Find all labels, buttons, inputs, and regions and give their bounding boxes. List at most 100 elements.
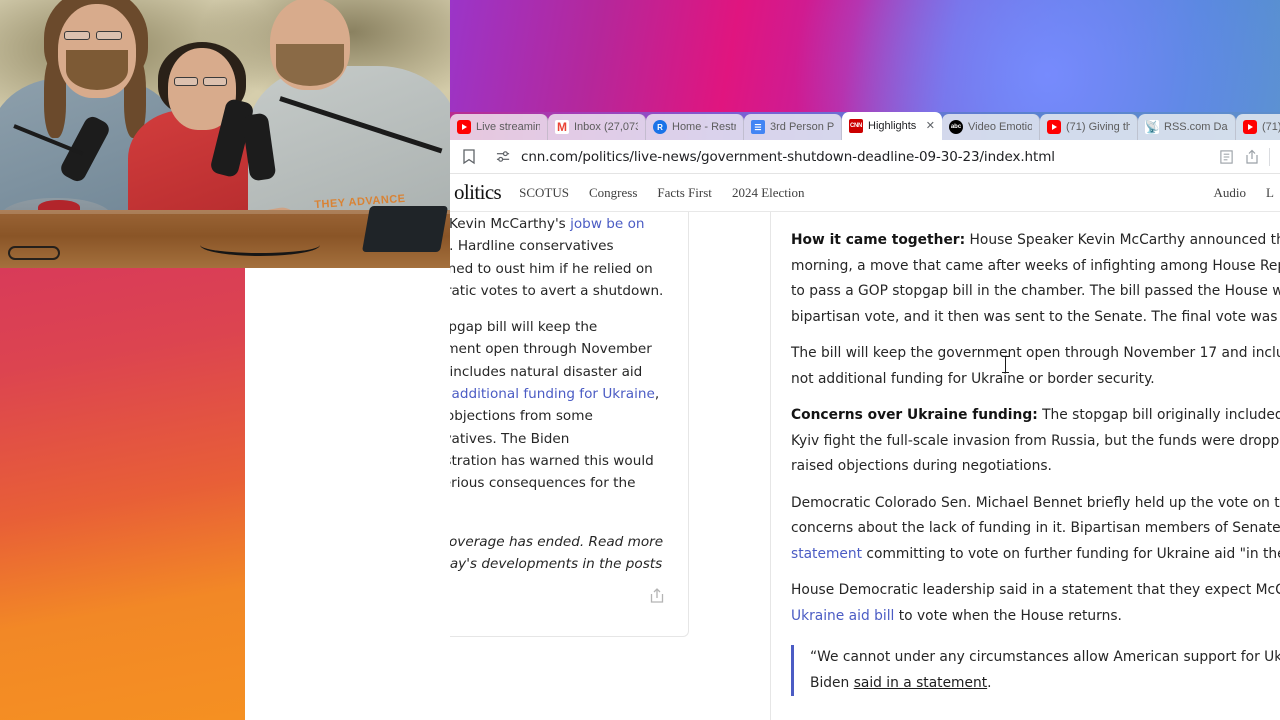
tab-label: Highlights xyxy=(868,120,917,132)
browser-tab-live-streaming[interactable]: Live streaming xyxy=(450,114,548,140)
left-column: beaker Kevin McCarthy's jobw be on the l… xyxy=(450,212,757,720)
paragraph-line: concerns about the lack of funding in it… xyxy=(791,520,1280,536)
gmail-icon: M xyxy=(555,120,569,134)
tab-label: Video Emotion xyxy=(968,121,1032,133)
list-item: The stopgap bill will keep the governmen… xyxy=(450,316,666,517)
summary-card: beaker Kevin McCarthy's jobw be on the l… xyxy=(450,212,689,637)
paragraph-house-democratic: House Democratic leadership said in a st… xyxy=(791,578,1280,629)
share-icon[interactable] xyxy=(1243,148,1261,166)
inline-link-said-in-a-statement[interactable]: said in a statement xyxy=(854,675,987,691)
toolbar-divider xyxy=(1269,147,1270,166)
paragraph-line: House Democratic leadership said in a st… xyxy=(791,582,1280,598)
rss-icon: 📡 xyxy=(1144,120,1160,134)
desktop-wallpaper-left xyxy=(0,260,245,720)
site-navigation: olitics SCOTUS Congress Facts First 2024… xyxy=(450,174,1280,212)
tab-label: (71) xyxy=(1262,121,1280,133)
paragraph-ukraine-concerns: Concerns over Ukraine funding: The stopg… xyxy=(791,403,1280,480)
tune-icon[interactable] xyxy=(494,148,512,166)
paragraph-line: Democratic Colorado Sen. Michael Bennet … xyxy=(791,494,1280,511)
desk-cable xyxy=(200,234,320,256)
paragraph-line: raised objections during negotiations. xyxy=(791,458,1052,474)
article-page-body: beaker Kevin McCarthy's jobw be on the l… xyxy=(450,212,1280,720)
tab-label: (71) Giving the xyxy=(1066,121,1130,133)
bookmark-icon[interactable] xyxy=(460,148,478,166)
tab-label: Live streaming xyxy=(476,121,540,133)
webcam-overlay: THEY ADVANCE xyxy=(0,0,450,268)
inline-link[interactable]: not additional funding for Ukraine xyxy=(450,386,655,402)
blockquote-text: “We cannot under any circumstances allow… xyxy=(810,645,1280,696)
nav-item-live-tv[interactable]: L xyxy=(1266,185,1274,201)
paragraph-mccarthy-fate: McCarthy's fate unknown: The decision by… xyxy=(791,716,1280,720)
paragraph-bennet: Democratic Colorado Sen. Michael Bennet … xyxy=(791,491,1280,568)
paragraph-line: The bill will keep the government open t… xyxy=(791,345,1280,361)
browser-tab-restream-home[interactable]: R Home - Restre xyxy=(646,114,744,140)
cnn-icon: CNN xyxy=(849,119,863,133)
paragraph-bill-details: The bill will keep the government open t… xyxy=(791,341,1280,392)
tab-list: Live streaming M Inbox (27,073) R Home -… xyxy=(450,112,1280,140)
eyeglasses-on-desk xyxy=(8,246,60,260)
bullet-text: . Hardline conservatives threatened to o… xyxy=(450,238,664,299)
quote-line: Biden xyxy=(810,674,854,691)
browser-window: Live streaming M Inbox (27,073) R Home -… xyxy=(450,112,1280,720)
reader-mode-icon[interactable] xyxy=(1217,148,1235,166)
right-column-post: How it came together: House Speaker Kevi… xyxy=(771,212,1280,720)
closing-note: Our live coverage has ended. Read more a… xyxy=(450,533,664,573)
nav-item-audio[interactable]: Audio xyxy=(1214,185,1247,201)
quote-line: “We cannot under any circumstances allow… xyxy=(810,649,1280,665)
text-cursor xyxy=(1002,356,1009,374)
nav-item-scotus[interactable]: SCOTUS xyxy=(519,185,569,201)
browser-tab-highlights-active[interactable]: CNN Highlights ✕ xyxy=(842,112,942,140)
paragraph-lead: How it came together: xyxy=(791,232,966,248)
share-upload-icon[interactable] xyxy=(648,586,666,610)
youtube-icon xyxy=(1047,120,1061,134)
bullet-text: beaker Kevin McCarthy's xyxy=(450,216,566,232)
screen-root: THEY ADVANCE Live streaming M Inbox (27, xyxy=(0,0,1280,720)
paragraph-line: The stopgap bill originally included fun… xyxy=(1042,407,1280,423)
column-gap xyxy=(757,212,770,720)
bullet-text: , due to objections from some conservati… xyxy=(450,386,660,492)
paragraph-line: Kyiv fight the full-scale invasion from … xyxy=(791,432,1280,449)
blockquote: “We cannot under any circumstances allow… xyxy=(791,645,1280,696)
inline-link-ukraine-aid-bill[interactable]: Ukraine aid bill xyxy=(791,608,894,624)
browser-tab-giving-the[interactable]: (71) Giving the xyxy=(1040,114,1138,140)
inline-link-statement[interactable]: statement xyxy=(791,546,862,562)
paragraph-line: bipartisan vote, and it then was sent to… xyxy=(791,308,1280,325)
tab-label: 3rd Person Po xyxy=(770,121,834,133)
paragraph-line: to vote when the House returns. xyxy=(894,607,1122,624)
abc-icon: abc xyxy=(949,120,963,134)
summary-bullet-list: beaker Kevin McCarthy's jobw be on the l… xyxy=(450,213,666,517)
address-bar[interactable]: cnn.com/politics/live-news/government-sh… xyxy=(486,144,1209,170)
tab-label: RSS.com Dashb xyxy=(1164,121,1228,133)
browser-omnibox-bar: cnn.com/politics/live-news/government-sh… xyxy=(450,140,1280,174)
nav-item-2024-election[interactable]: 2024 Election xyxy=(732,185,805,201)
docs-icon: ☰ xyxy=(751,120,765,134)
youtube-icon xyxy=(457,120,471,134)
browser-tab-rss-dashboard[interactable]: 📡 RSS.com Dashb xyxy=(1138,114,1236,140)
paragraph-line: House Speaker Kevin McCarthy announced t… xyxy=(969,232,1280,248)
laptop-on-desk xyxy=(361,206,449,252)
paragraph-line: committing to vote on further funding fo… xyxy=(866,545,1280,562)
tab-label: Home - Restre xyxy=(672,121,736,133)
nav-item-congress[interactable]: Congress xyxy=(589,185,637,201)
paragraph-line: not additional funding for Ukraine or bo… xyxy=(791,370,1155,387)
tab-label: Inbox (27,073) xyxy=(574,121,638,133)
paragraph-how-it-came-together: How it came together: House Speaker Kevi… xyxy=(791,228,1280,330)
paragraph-line: to pass a GOP stopgap bill in the chambe… xyxy=(791,283,1280,299)
paragraph-lead: Concerns over Ukraine funding: xyxy=(791,407,1038,423)
browser-tab-inbox[interactable]: M Inbox (27,073) xyxy=(548,114,646,140)
inline-link[interactable]: job xyxy=(570,216,591,232)
quote-line: . xyxy=(987,674,992,691)
nav-item-facts-first[interactable]: Facts First xyxy=(657,185,712,201)
site-nav-links: SCOTUS Congress Facts First 2024 Electio… xyxy=(519,185,1213,201)
browser-tab-video-emotion[interactable]: abc Video Emotion xyxy=(942,114,1040,140)
desktop-wallpaper-left-edge xyxy=(245,260,250,720)
browser-tab-strip: Live streaming M Inbox (27,073) R Home -… xyxy=(450,112,1280,140)
desktop-wallpaper-right xyxy=(450,0,1280,125)
list-item: beaker Kevin McCarthy's jobw be on the l… xyxy=(450,213,666,302)
restream-icon: R xyxy=(653,120,667,134)
paragraph-line: morning, a move that came after weeks of… xyxy=(791,257,1280,274)
browser-tab-71[interactable]: (71) xyxy=(1236,114,1280,140)
close-icon[interactable]: ✕ xyxy=(924,120,935,132)
page-title: olitics xyxy=(454,180,502,204)
browser-tab-3rd-person[interactable]: ☰ 3rd Person Po xyxy=(744,114,842,140)
